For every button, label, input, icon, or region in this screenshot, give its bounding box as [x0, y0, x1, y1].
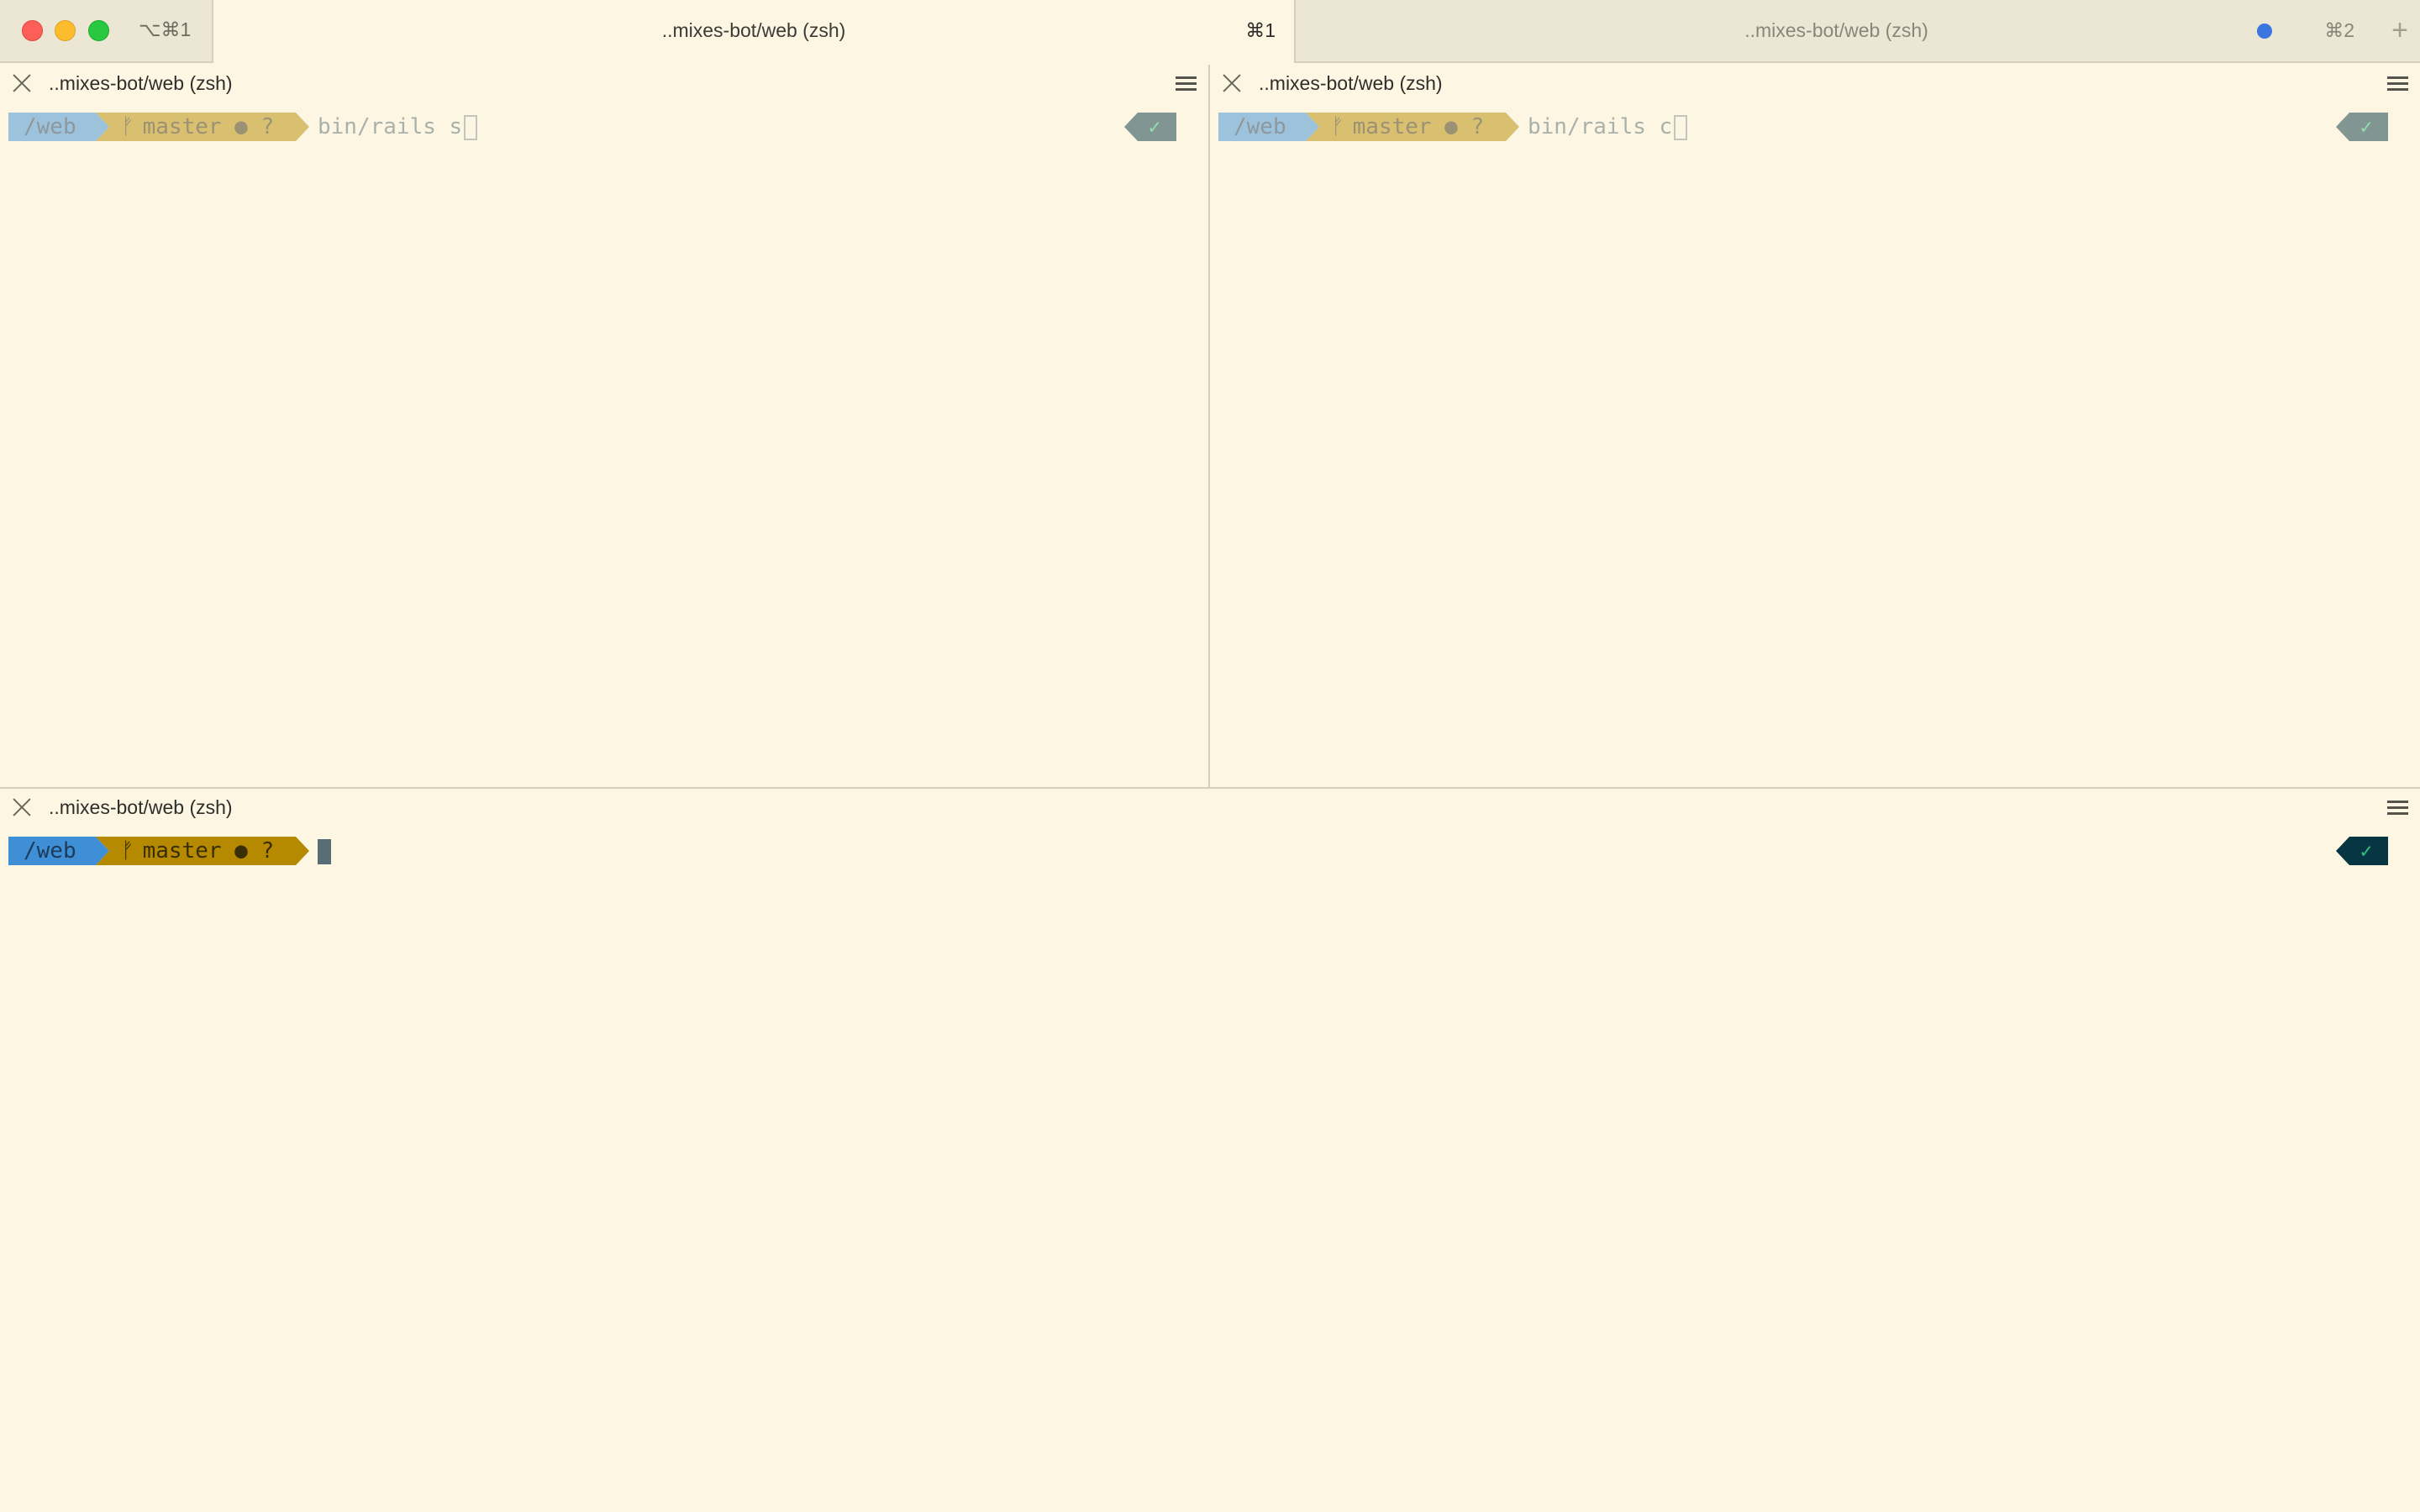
prompt-dir-segment: /web — [1218, 113, 1319, 141]
status-ok-icon: ✓ — [2336, 837, 2388, 865]
pane-header: ..mixes-bot/web (zsh) — [1210, 65, 2420, 102]
shell-prompt: /web ᚠ master ● ? ✓ — [8, 837, 2420, 865]
git-status-text: master ● ? — [142, 114, 275, 139]
git-branch-icon: ᚠ — [1331, 114, 1344, 139]
tab-1[interactable]: ..mixes-bot/web (zsh) ⌘1 — [212, 0, 1296, 63]
shell-prompt: /web ᚠ master ● ? bin/rails s ✓ — [8, 113, 1208, 141]
prompt-dir-segment: /web — [8, 837, 109, 865]
terminal-pane-top-left[interactable]: ..mixes-bot/web (zsh) /web ᚠ master ● ? b… — [0, 65, 1208, 787]
command-line[interactable]: bin/rails s — [318, 113, 478, 141]
cursor — [464, 114, 478, 140]
prompt-dir-segment: /web — [8, 113, 109, 141]
pane-title: ..mixes-bot/web (zsh) — [49, 72, 233, 94]
close-pane-icon[interactable] — [12, 73, 32, 93]
git-branch-icon: ᚠ — [121, 114, 134, 139]
tab-shortcut: ⌘1 — [1245, 19, 1276, 41]
cursor — [318, 839, 331, 864]
close-pane-icon[interactable] — [1222, 73, 1242, 93]
status-ok-icon: ✓ — [2336, 113, 2388, 141]
cursor — [1674, 114, 1688, 140]
vertical-split-divider[interactable] — [1208, 65, 1210, 788]
terminal-pane-bottom[interactable]: ..mixes-bot/web (zsh) /web ᚠ master ● ? ✓ — [0, 789, 2420, 1512]
command-text: bin/rails s — [318, 114, 463, 139]
close-window-button[interactable] — [22, 20, 43, 41]
prompt-git-segment: ᚠ master ● ? — [1306, 113, 1519, 141]
terminal-pane-top-right[interactable]: ..mixes-bot/web (zsh) /web ᚠ master ● ? b… — [1210, 65, 2420, 787]
git-status-text: master ● ? — [142, 838, 275, 864]
minimize-window-button[interactable] — [55, 20, 76, 41]
status-ok-icon: ✓ — [1124, 113, 1176, 141]
pane-header: ..mixes-bot/web (zsh) — [0, 65, 1208, 102]
command-line[interactable]: bin/rails c — [1528, 113, 1688, 141]
pane-title: ..mixes-bot/web (zsh) — [1259, 72, 1443, 94]
tab-2[interactable]: ..mixes-bot/web (zsh) ⌘2 — [1297, 0, 2376, 63]
prompt-git-segment: ᚠ master ● ? — [96, 837, 309, 865]
new-tab-button[interactable]: + — [2383, 12, 2417, 49]
tab-title: ..mixes-bot/web (zsh) — [1744, 19, 1928, 41]
pane-menu-icon[interactable] — [2387, 801, 2408, 816]
tab-title: ..mixes-bot/web (zsh) — [661, 19, 846, 41]
tab-bar: ⌥⌘1 ..mixes-bot/web (zsh) ⌘1 ..mixes-bot… — [0, 0, 2420, 63]
shell-prompt: /web ᚠ master ● ? bin/rails c ✓ — [1218, 113, 2420, 141]
pane-title: ..mixes-bot/web (zsh) — [49, 796, 233, 818]
pane-menu-icon[interactable] — [1176, 76, 1197, 92]
pane-header: ..mixes-bot/web (zsh) — [0, 789, 2420, 826]
close-pane-icon[interactable] — [12, 797, 32, 817]
pane-menu-icon[interactable] — [2387, 76, 2408, 92]
window-shortcut: ⌥⌘1 — [139, 18, 192, 40]
git-branch-icon: ᚠ — [121, 838, 134, 864]
git-status-text: master ● ? — [1352, 114, 1485, 139]
activity-indicator-icon — [2257, 24, 2272, 39]
zoom-window-button[interactable] — [88, 20, 109, 41]
prompt-git-segment: ᚠ master ● ? — [96, 113, 309, 141]
tab-shortcut: ⌘2 — [2324, 19, 2354, 41]
command-text: bin/rails c — [1528, 114, 1673, 139]
